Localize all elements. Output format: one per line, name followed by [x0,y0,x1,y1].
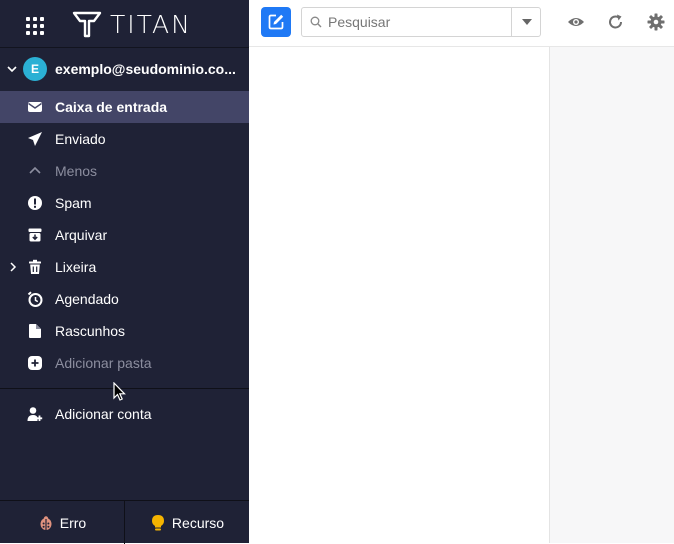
folder-sent[interactable]: Enviado [0,123,249,155]
draft-icon [29,324,41,338]
folder-trash[interactable]: Lixeira [0,251,249,283]
eye-icon[interactable] [567,13,585,31]
gear-icon[interactable] [647,13,665,31]
search-icon [310,16,322,28]
add-account-button[interactable]: Adicionar conta [0,398,249,430]
envelope-icon [28,102,42,112]
folder-spam[interactable]: Spam [0,187,249,219]
mouse-cursor-icon [113,382,126,401]
folder-list: Caixa de entrada Enviado Menos Spam Arqu… [0,91,249,379]
app-grid-icon[interactable] [26,17,44,35]
lightbulb-icon [151,514,164,530]
chevron-down-icon[interactable] [6,63,18,75]
account-row[interactable]: E exemplo@seudominio.co... [0,53,249,85]
folder-label: Enviado [55,131,106,147]
feature-label: Recurso [171,514,225,531]
compose-icon [268,14,284,30]
exclamation-circle-icon [28,196,42,210]
add-folder-button[interactable]: Adicionar pasta [0,347,249,379]
paper-plane-icon [28,132,42,146]
folder-inbox[interactable]: Caixa de entrada [0,91,249,123]
sidebar: TITAN E exemplo@seudominio.co... Caixa d… [0,0,249,544]
archive-icon [28,228,42,242]
add-user-icon [27,407,43,421]
message-list-pane [249,47,550,543]
trash-icon [29,259,41,274]
compose-button[interactable] [261,7,291,37]
caret-down-icon [521,19,532,25]
search-box [301,7,541,37]
folder-label: Spam [55,195,92,211]
account-email: exemplo@seudominio.co... [55,61,235,77]
chevron-right-icon[interactable] [7,261,19,273]
titan-logo: TITAN [72,9,192,39]
folder-scheduled[interactable]: Agendado [0,283,249,315]
bug-icon [40,515,52,530]
refresh-icon[interactable] [607,13,625,31]
error-button[interactable]: Erro [0,501,124,544]
folder-label: Agendado [55,291,119,307]
avatar: E [23,57,47,81]
chevron-up-icon [29,166,41,174]
folder-label: Lixeira [55,259,97,275]
clock-icon [27,291,43,307]
plus-circle-icon [28,356,42,370]
folder-label: Adicionar pasta [55,355,152,371]
folder-label: Arquivar [55,227,108,243]
folder-label: Caixa de entrada [55,99,168,115]
feature-button[interactable]: Recurso [124,501,249,544]
search-input[interactable] [328,8,508,36]
search-options-button[interactable] [511,8,541,36]
brand-name: TITAN [110,9,192,39]
reading-pane [550,47,674,543]
folder-label: Rascunhos [55,323,126,339]
sidebar-footer: Erro Recurso [0,500,249,544]
brand-bar: TITAN [0,0,249,48]
folder-archive[interactable]: Arquivar [0,219,249,251]
titan-logo-icon [72,11,102,38]
top-toolbar [249,0,674,47]
folder-label: Menos [55,163,98,179]
add-account-label: Adicionar conta [55,406,152,422]
error-label: Erro [59,514,87,531]
folder-drafts[interactable]: Rascunhos [0,315,249,347]
folder-less-toggle[interactable]: Menos [0,155,249,187]
